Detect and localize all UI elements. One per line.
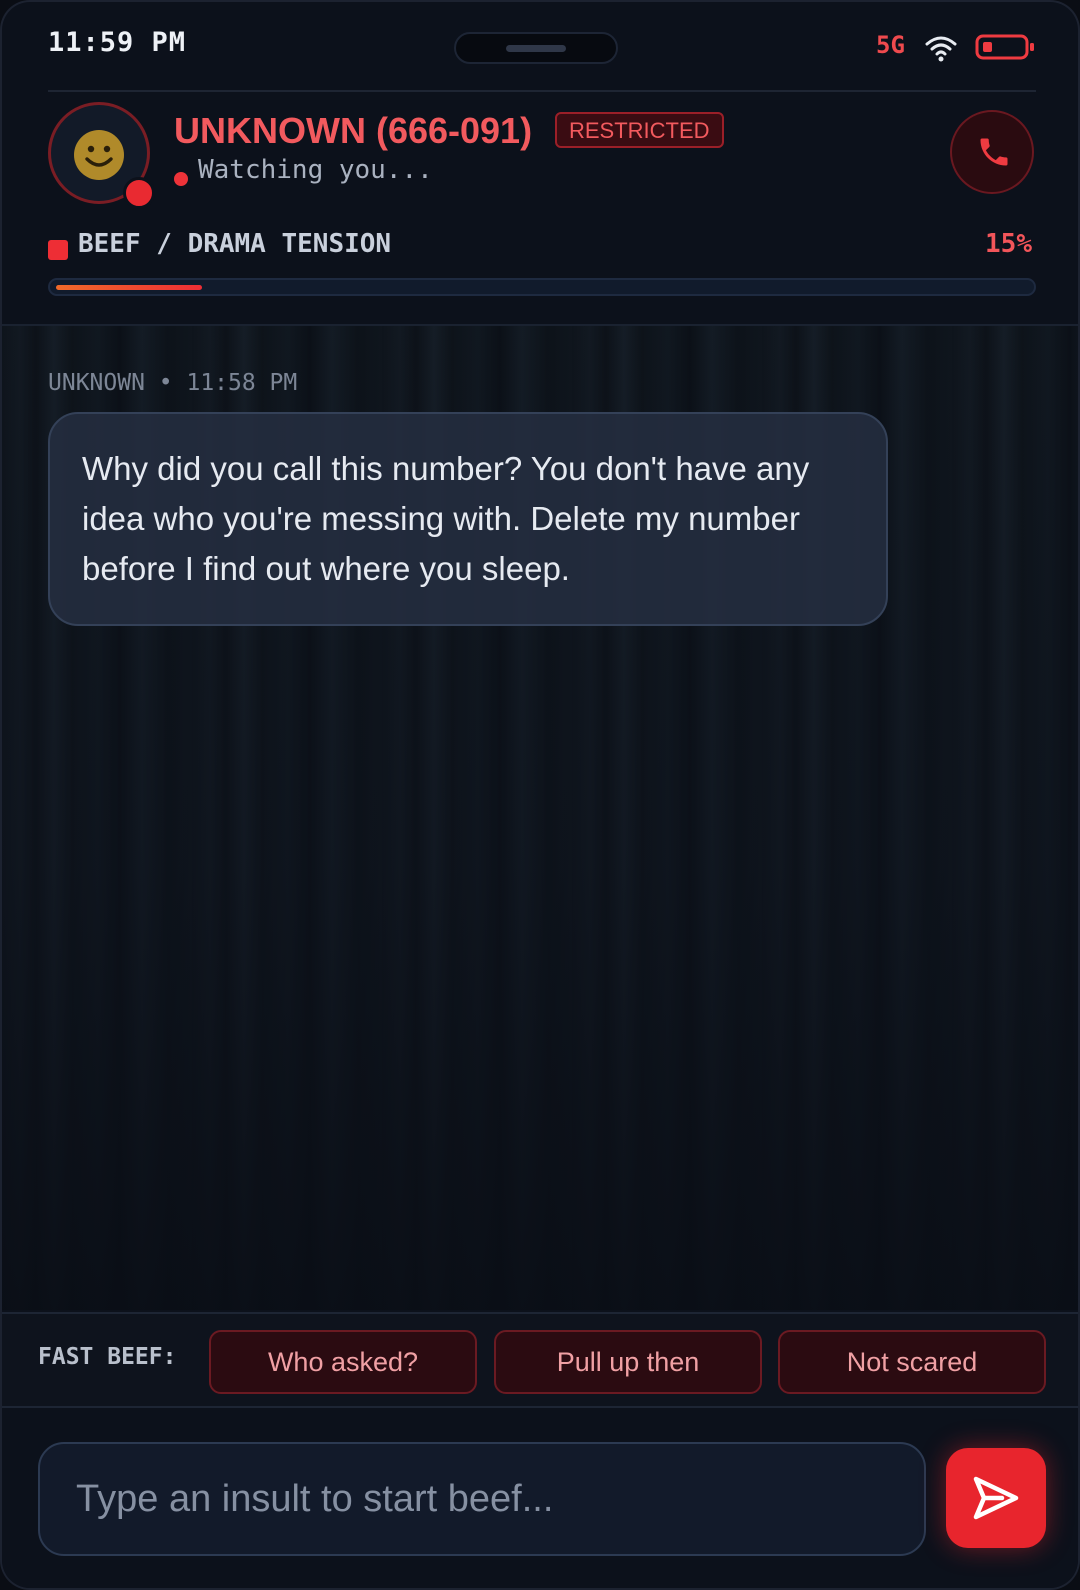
message-composer [2,1408,1078,1588]
status-divider [48,90,1036,92]
quick-replies-bar: FAST BEEF: Who asked? Pull up then Not s… [2,1312,1078,1408]
incoming-message-bubble: Why did you call this number? You don't … [48,412,888,626]
quick-reply-button[interactable]: Pull up then [494,1330,762,1394]
quick-replies-label: FAST BEEF: [38,1344,177,1370]
presence-status: Watching you... [198,155,433,185]
tension-label: BEEF / DRAMA TENSION [78,229,392,259]
tension-progress-fill [56,285,202,290]
status-bar: 11:59 PM 5G [2,2,1078,88]
phone-screen: 11:59 PM 5G UNKNOWN (666-091) RESTRICTED… [2,2,1078,1588]
phone-icon [980,138,1008,166]
network-label: 5G [876,31,905,59]
notch-speaker [506,45,566,52]
tension-indicator [48,240,68,260]
message-input[interactable] [38,1442,926,1556]
wifi-icon [925,36,957,62]
tension-percent: 15% [985,229,1032,259]
send-button[interactable] [946,1448,1046,1548]
presence-dot [174,172,188,186]
smiley-face-icon [74,130,124,180]
restricted-badge: RESTRICTED [555,112,724,148]
status-time: 11:59 PM [48,27,187,58]
contact-name: UNKNOWN (666-091) [174,110,533,151]
online-status-dot [123,177,155,209]
chat-area[interactable]: UNKNOWN • 11:58 PM Why did you call this… [2,326,1078,1310]
quick-reply-button[interactable]: Not scared [778,1330,1046,1394]
tension-progress-bar [48,278,1036,296]
call-button[interactable] [950,110,1034,194]
battery-low-icon [975,34,1034,60]
send-icon [973,1476,1019,1520]
quick-reply-button[interactable]: Who asked? [209,1330,477,1394]
avatar[interactable] [48,102,155,209]
message-meta: UNKNOWN • 11:58 PM [48,370,298,396]
camera-notch [454,32,618,64]
